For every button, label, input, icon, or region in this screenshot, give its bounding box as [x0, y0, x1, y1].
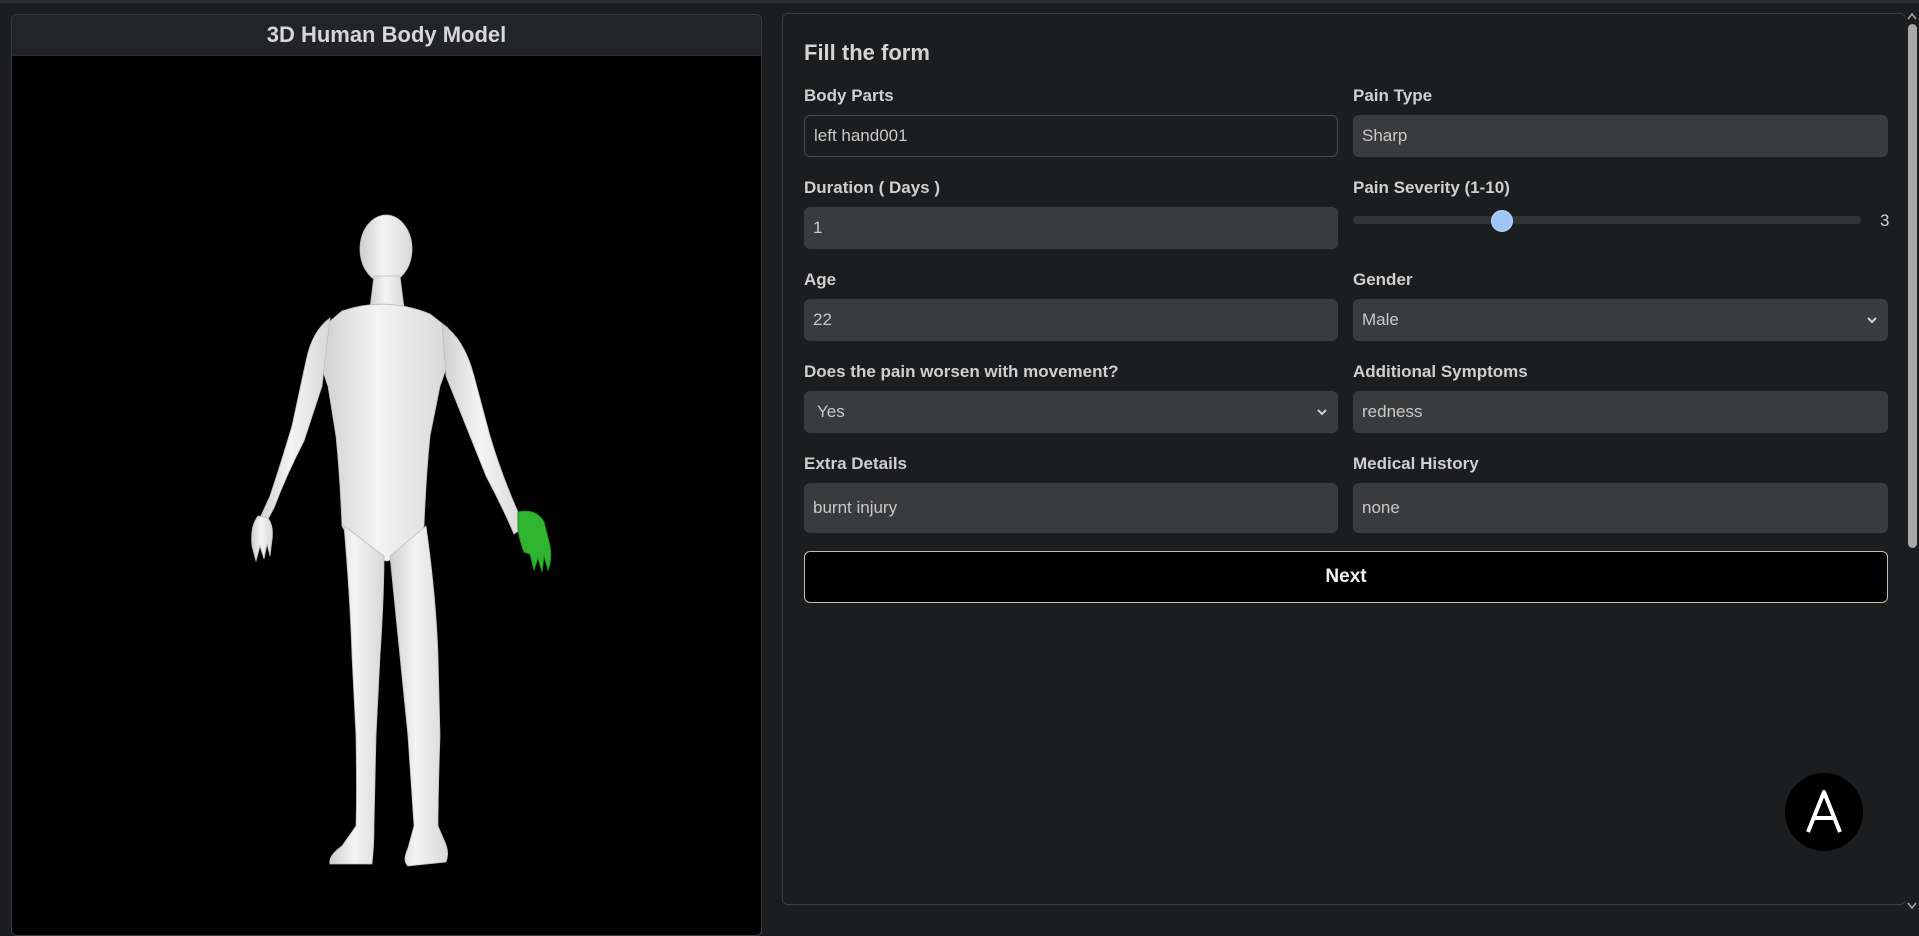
body-parts-input[interactable]: left hand001 [804, 115, 1338, 157]
gender-value: Male [1362, 310, 1399, 329]
scroll-up-icon[interactable] [1907, 12, 1917, 20]
pain-type-label: Pain Type [1353, 86, 1433, 105]
age-value: 22 [813, 310, 832, 329]
extra-details-textarea[interactable]: burnt injury [804, 483, 1338, 533]
assistant-fab-button[interactable] [1785, 773, 1863, 851]
form-title: Fill the form [804, 40, 930, 65]
next-button[interactable]: Next [804, 551, 1888, 603]
model-neck [369, 275, 405, 309]
pain-severity-slider[interactable] [1353, 216, 1861, 224]
scrollbar-thumb[interactable] [1908, 24, 1917, 548]
duration-input[interactable]: 1 [804, 207, 1338, 249]
extra-details-label: Extra Details [804, 454, 907, 473]
duration-label: Duration ( Days ) [804, 178, 941, 197]
scroll-down-icon[interactable] [1907, 902, 1917, 910]
viewer-title: 3D Human Body Model [12, 15, 761, 56]
model-hand-right [251, 515, 273, 563]
model-hand-left-highlighted [517, 510, 552, 573]
top-border [0, 0, 1919, 3]
page-scrollbar[interactable] [1905, 10, 1919, 914]
chevron-down-icon [1317, 409, 1327, 416]
movement-value: Yes [817, 402, 845, 421]
medical-history-value: none [1362, 498, 1400, 517]
pain-type-value: Sharp [1362, 126, 1408, 145]
additional-symptoms-input[interactable]: redness [1353, 391, 1888, 433]
medical-history-textarea[interactable]: none [1353, 483, 1888, 533]
movement-select[interactable]: Yes [804, 391, 1338, 433]
model-leg-right [329, 525, 385, 865]
pain-severity-slider-thumb[interactable] [1491, 210, 1514, 232]
body-parts-value: left hand001 [814, 126, 908, 145]
age-input[interactable]: 22 [804, 299, 1338, 341]
additional-symptoms-label: Additional Symptoms [1353, 362, 1528, 381]
human-body-model[interactable] [12, 56, 761, 936]
extra-details-value: burnt injury [813, 498, 898, 517]
model-arm-left [441, 323, 527, 535]
chevron-down-icon [1867, 317, 1877, 324]
pain-severity-label: Pain Severity (1-10) [1353, 178, 1510, 197]
model-leg-left [389, 525, 448, 867]
body-parts-label: Body Parts [804, 86, 894, 105]
gender-label: Gender [1353, 270, 1413, 289]
model-viewer-panel: 3D Human Body Model [11, 14, 762, 936]
model-head [359, 214, 413, 284]
model-torso [319, 303, 450, 562]
gender-select[interactable]: Male [1353, 299, 1888, 341]
age-label: Age [804, 270, 837, 289]
letter-a-icon [1806, 790, 1842, 833]
form-panel: Fill the form Body Parts left hand001 Pa… [782, 13, 1906, 905]
pain-type-input[interactable]: Sharp [1353, 115, 1888, 157]
model-arm-right [258, 317, 331, 531]
duration-value: 1 [813, 218, 823, 237]
medical-history-label: Medical History [1353, 454, 1479, 473]
additional-symptoms-value: redness [1362, 402, 1423, 421]
movement-label: Does the pain worsen with movement? [804, 362, 1119, 381]
pain-severity-value: 3 [1880, 211, 1890, 230]
model-canvas[interactable] [12, 56, 761, 935]
